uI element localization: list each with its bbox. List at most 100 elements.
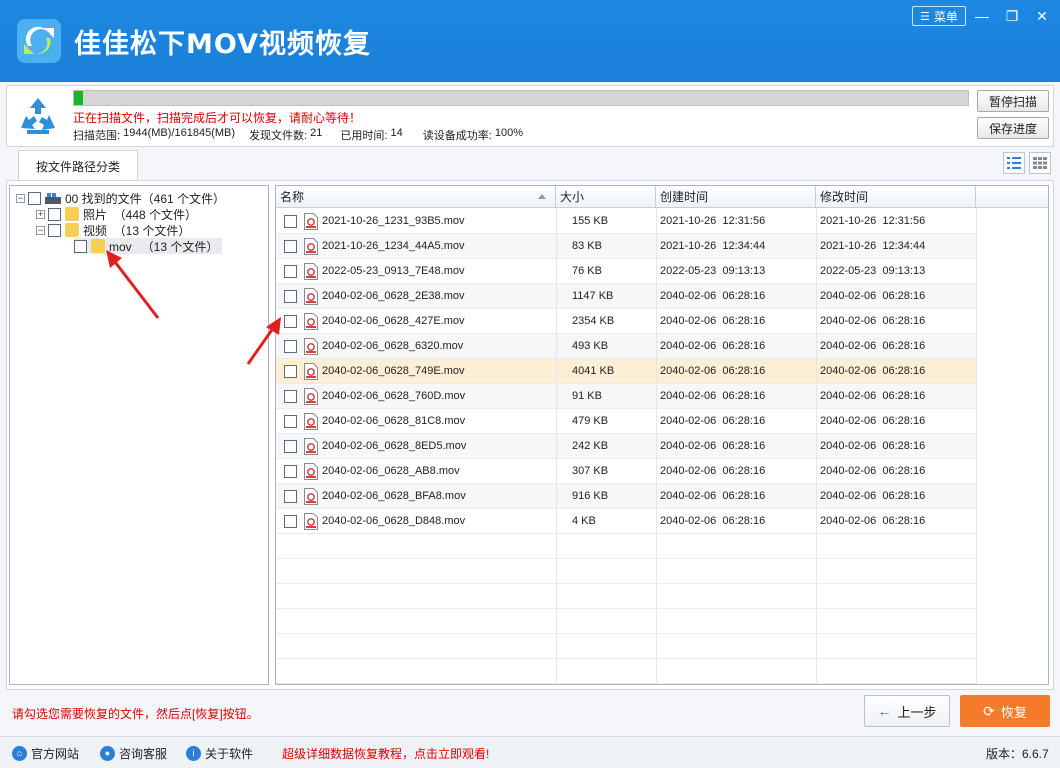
tab-by-path[interactable]: 按文件路径分类	[18, 150, 138, 181]
column-divider	[556, 208, 557, 684]
file-modified: 2040-02-06 06:28:16	[820, 415, 926, 427]
tree-label-photos: 照片 （448 个文件）	[83, 207, 198, 222]
scan-status-panel: 正在扫描文件，扫描完成后才可以恢复，请耐心等待！ 扫描范围: 1944(MB)/…	[6, 85, 1054, 147]
row-checkbox[interactable]	[284, 265, 297, 278]
found-count-value: 21	[310, 127, 323, 139]
table-row[interactable]: 2040-02-06_0628_427E.mov 2354 KB 2040-02-0…	[276, 309, 976, 334]
empty-row	[276, 534, 976, 559]
grid-view-icon	[1033, 157, 1047, 169]
scan-progress-fill	[74, 91, 83, 105]
column-name-header[interactable]: 名称	[276, 186, 556, 208]
row-checkbox[interactable]	[284, 315, 297, 328]
file-list[interactable]: 名称 大小 创建时间 修改时间 2021-10-26_1231_93B5.mov…	[275, 185, 1049, 685]
file-modified: 2040-02-06 06:28:16	[820, 315, 926, 327]
restore-button[interactable]: ❐	[1000, 6, 1024, 26]
table-row[interactable]: 2040-02-06_0628_8ED5.mov 242 KB 2040-02-06…	[276, 434, 976, 459]
file-list-header: 名称 大小 创建时间 修改时间	[276, 186, 1048, 208]
version-text: 版本：6.6.7	[986, 747, 1049, 761]
file-name: 2022-05-23_0913_7E48.mov	[322, 265, 465, 277]
tree-checkbox-videos[interactable]	[48, 223, 61, 237]
folder-icon	[65, 207, 79, 221]
pause-scan-button[interactable]: 暂停扫描	[977, 90, 1049, 112]
table-row[interactable]: 2040-02-06_0628_D848.mov 4 KB 2040-02-06 0…	[276, 509, 976, 534]
table-row[interactable]: 2040-02-06_0628_81C8.mov 479 KB 2040-02-06…	[276, 409, 976, 434]
row-checkbox[interactable]	[284, 440, 297, 453]
expand-icon[interactable]: +	[36, 209, 45, 219]
table-row[interactable]: 2021-10-26_1231_93B5.mov 155 KB 2021-10-26…	[276, 209, 976, 234]
file-modified: 2040-02-06 06:28:16	[820, 390, 926, 402]
file-created: 2022-05-23 09:13:13	[660, 265, 766, 277]
row-checkbox[interactable]	[284, 465, 297, 478]
tree-node-root[interactable]: − 00 找到的文件（461 个文件）	[16, 190, 225, 206]
grid-view-button[interactable]	[1029, 152, 1051, 174]
file-modified: 2040-02-06 06:28:16	[820, 290, 926, 302]
file-size: 91 KB	[572, 390, 602, 402]
info-icon: i	[186, 746, 201, 761]
file-created: 2040-02-06 06:28:16	[660, 515, 766, 527]
tree-checkbox-photos[interactable]	[48, 207, 61, 221]
collapse-icon[interactable]: −	[16, 193, 25, 203]
tree-label-root: 00 找到的文件（461 个文件）	[65, 191, 226, 206]
row-checkbox[interactable]	[284, 290, 297, 303]
file-name: 2040-02-06_0628_749E.mov	[322, 365, 465, 377]
table-row[interactable]: 2040-02-06_0628_BFA8.mov 916 KB 2040-02-06…	[276, 484, 976, 509]
file-modified: 2040-02-06 06:28:16	[820, 490, 926, 502]
customer-service-link[interactable]: ● 咨询客服	[100, 745, 167, 762]
column-size-header[interactable]: 大小	[556, 186, 656, 208]
file-size: 916 KB	[572, 490, 609, 502]
tree-node-photos[interactable]: + 照片 （448 个文件）	[36, 206, 197, 222]
row-checkbox[interactable]	[284, 365, 297, 378]
about-label: 关于软件	[205, 747, 254, 761]
row-checkbox[interactable]	[284, 390, 297, 403]
column-created-header[interactable]: 创建时间	[656, 186, 816, 208]
official-website-link[interactable]: ⌂ 官方网站	[12, 745, 79, 762]
save-progress-button[interactable]: 保存进度	[977, 117, 1049, 139]
column-divider	[816, 208, 817, 684]
folder-icon	[91, 239, 105, 253]
file-modified: 2040-02-06 06:28:16	[820, 365, 926, 377]
close-button[interactable]: ✕	[1030, 6, 1054, 26]
list-view-button[interactable]	[1003, 152, 1025, 174]
video-file-icon	[304, 313, 318, 330]
empty-row	[276, 584, 976, 609]
minimize-button[interactable]: —	[970, 6, 994, 26]
chat-icon: ●	[100, 746, 115, 761]
table-row[interactable]: 2040-02-06_0628_760D.mov 91 KB 2040-02-06 …	[276, 384, 976, 409]
tree-node-mov[interactable]: mov （13 个文件）	[74, 238, 223, 254]
row-checkbox[interactable]	[284, 415, 297, 428]
collapse-icon[interactable]: −	[36, 225, 45, 235]
customer-service-label: 咨询客服	[119, 747, 168, 761]
video-file-icon	[304, 238, 318, 255]
file-name: 2021-10-26_1234_44A5.mov	[322, 240, 465, 252]
table-row[interactable]: 2021-10-26_1234_44A5.mov 83 KB 2021-10-26 …	[276, 234, 976, 259]
file-created: 2021-10-26 12:31:56	[660, 215, 766, 227]
recover-button[interactable]: ⟳ 恢复	[960, 695, 1050, 727]
tutorial-link[interactable]: 超级详细数据恢复教程，点击立即观看!	[282, 745, 489, 762]
recycle-icon	[21, 98, 55, 134]
row-checkbox[interactable]	[284, 215, 297, 228]
video-file-icon	[304, 513, 318, 530]
back-button[interactable]: ← 上一步	[864, 695, 950, 727]
elapsed-time-label: 已用时间:	[340, 130, 391, 142]
tree-checkbox-mov[interactable]	[74, 239, 87, 253]
table-row[interactable]: 2040-02-06_0628_6320.mov 493 KB 2040-02-06…	[276, 334, 976, 359]
row-checkbox[interactable]	[284, 515, 297, 528]
folder-tree[interactable]: − 00 找到的文件（461 个文件） + 照片 （448 个文件） − 视频 …	[9, 185, 269, 685]
row-checkbox[interactable]	[284, 340, 297, 353]
file-modified: 2040-02-06 06:28:16	[820, 515, 926, 527]
table-row[interactable]: 2040-02-06_0628_AB8.mov 307 KB 2040-02-06 …	[276, 459, 976, 484]
column-modified-header[interactable]: 修改时间	[816, 186, 976, 208]
menu-button[interactable]: ☰ 菜单	[912, 6, 966, 26]
row-checkbox[interactable]	[284, 490, 297, 503]
tree-checkbox-root[interactable]	[28, 191, 41, 205]
tree-node-videos[interactable]: − 视频 （13 个文件）	[36, 222, 190, 238]
column-divider	[976, 208, 977, 684]
file-created: 2040-02-06 06:28:16	[660, 465, 766, 477]
about-link[interactable]: i 关于软件	[186, 745, 253, 762]
row-checkbox[interactable]	[284, 240, 297, 253]
table-row[interactable]: 2040-02-06_0628_2E38.mov 1147 KB 2040-02-0…	[276, 284, 976, 309]
table-row[interactable]: 2040-02-06_0628_749E.mov 4041 KB 2040-02-0…	[276, 359, 976, 384]
table-row[interactable]: 2022-05-23_0913_7E48.mov 76 KB 2022-05-23 …	[276, 259, 976, 284]
sort-ascending-icon	[538, 194, 546, 199]
file-size: 155 KB	[572, 215, 609, 227]
